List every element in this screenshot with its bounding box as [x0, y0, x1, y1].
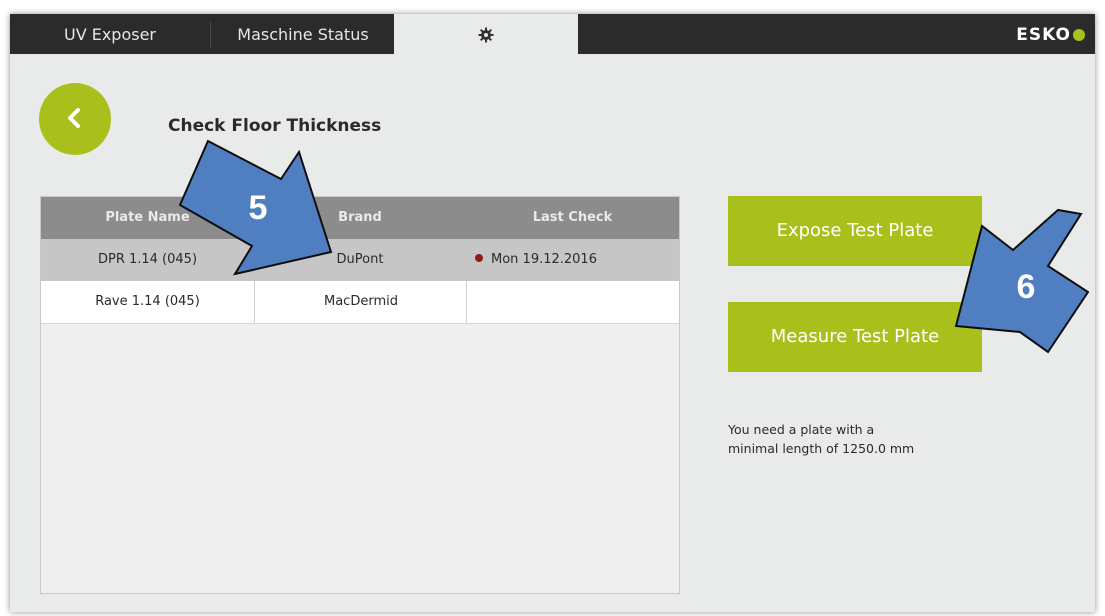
- app-window: UV Exposer Maschine Status ESKO Check Fl…: [10, 14, 1095, 612]
- annotation-arrow-6: 6: [954, 208, 1090, 354]
- arrow-6-label: 6: [1017, 268, 1036, 306]
